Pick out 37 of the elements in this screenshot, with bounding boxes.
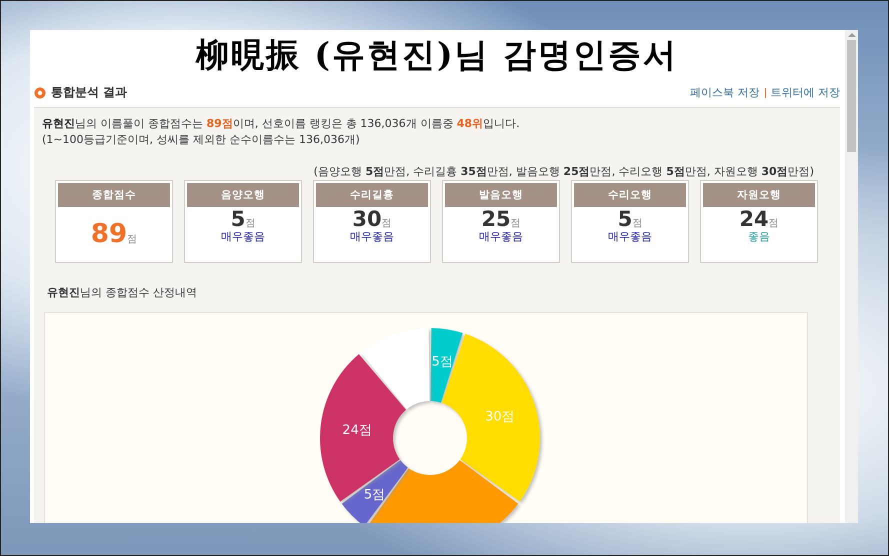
- score-value: 24: [739, 207, 769, 231]
- card-header: 종합점수: [58, 183, 170, 207]
- bullet-icon: [34, 86, 46, 98]
- slice-label: 30점: [485, 409, 515, 424]
- score-unit: 점: [382, 217, 392, 230]
- score-unit: 점: [768, 217, 779, 230]
- scrollbar[interactable]: [845, 30, 858, 523]
- grade-text: 매우좋음: [608, 231, 652, 243]
- section-title: 통합분석 결과: [51, 84, 128, 101]
- score-value: 89: [90, 218, 128, 250]
- card-header: 자원오행: [703, 183, 815, 207]
- grade-text: 매우좋음: [350, 231, 394, 243]
- card-header: 수리길흉: [316, 183, 428, 207]
- grade-text: 매우좋음: [479, 231, 523, 243]
- card-header: 수리오행: [574, 183, 686, 207]
- grade-text: 좋음: [748, 231, 770, 243]
- score-value: 5: [618, 207, 632, 231]
- max-score-note: (음양오행 5점만점, 수리길흉 35점만점, 발음오행 25점만점, 수리오행 5점만점, 자원오행 30점만점): [312, 164, 815, 179]
- slice-label: 24점: [342, 422, 372, 438]
- score-value: 25: [481, 207, 511, 231]
- score-unit: 점: [632, 217, 642, 230]
- card-header: 발음오행: [445, 183, 557, 207]
- summary-text: 유현진님의 이름풀이 종합점수는 89점이며, 선호이름 랭킹은 총 136,036개 이름중 48위입니다.: [42, 116, 521, 132]
- summary-text: (1~100등급기준이며, 성씨를 제외한 순수이름수는 136,036개): [42, 132, 361, 148]
- slice-label: 5점: [432, 354, 453, 370]
- grade-text: 매우좋음: [221, 231, 265, 243]
- card-header: 음양오행: [187, 183, 299, 207]
- breakdown-heading: 유현진님의 종합점수 산정내역: [47, 285, 198, 300]
- slice-label: 5점: [364, 488, 386, 502]
- score-value: 5: [230, 207, 246, 231]
- certificate-title: 柳晛振 (유현진)님 감명인증서: [194, 34, 680, 76]
- score-unit: 점: [127, 232, 138, 246]
- score-value: 30: [352, 207, 382, 231]
- save-link[interactable]: 페이스북 저장: [690, 85, 760, 100]
- score-unit: 점: [245, 217, 256, 230]
- save-link[interactable]: 트위터에 저장: [770, 85, 840, 100]
- score-unit: 점: [510, 217, 521, 230]
